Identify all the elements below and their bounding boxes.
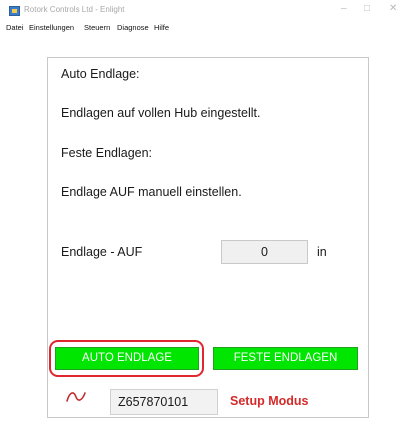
endlage-auf-label: Endlage - AUF [61,245,143,259]
close-button[interactable]: ✕ [389,4,397,14]
serial-number-field: Z657870101 [110,389,218,415]
app-icon [9,6,20,16]
auto-endlage-description: Endlagen auf vollen Hub eingestellt. [61,106,261,120]
menu-bar: Datei Einstellungen Steuern Diagnose Hil… [0,20,406,35]
title-bar: Rotork Controls Ltd - Enlight – □ ✕ [0,0,406,20]
feste-endlagen-heading: Feste Endlagen: [61,146,153,160]
menu-steuern[interactable]: Steuern [84,23,110,32]
setup-mode-label: Setup Modus [230,394,309,408]
highlight-ring [49,340,204,377]
window-title: Rotork Controls Ltd - Enlight [24,5,125,14]
feste-endlagen-description: Endlage AUF manuell einstellen. [61,185,242,199]
minimize-button[interactable]: – [341,4,347,14]
endlage-auf-input[interactable]: 0 [221,240,308,264]
menu-hilfe[interactable]: Hilfe [154,23,169,32]
menu-einstellungen[interactable]: Einstellungen [29,23,74,32]
endlage-auf-unit: in [317,245,327,259]
signal-wave-icon [66,392,86,402]
maximize-button[interactable]: □ [364,4,370,14]
menu-datei[interactable]: Datei [6,23,24,32]
feste-endlagen-button[interactable]: FESTE ENDLAGEN [213,347,358,370]
menu-diagnose[interactable]: Diagnose [117,23,149,32]
auto-endlage-heading: Auto Endlage: [61,67,140,81]
